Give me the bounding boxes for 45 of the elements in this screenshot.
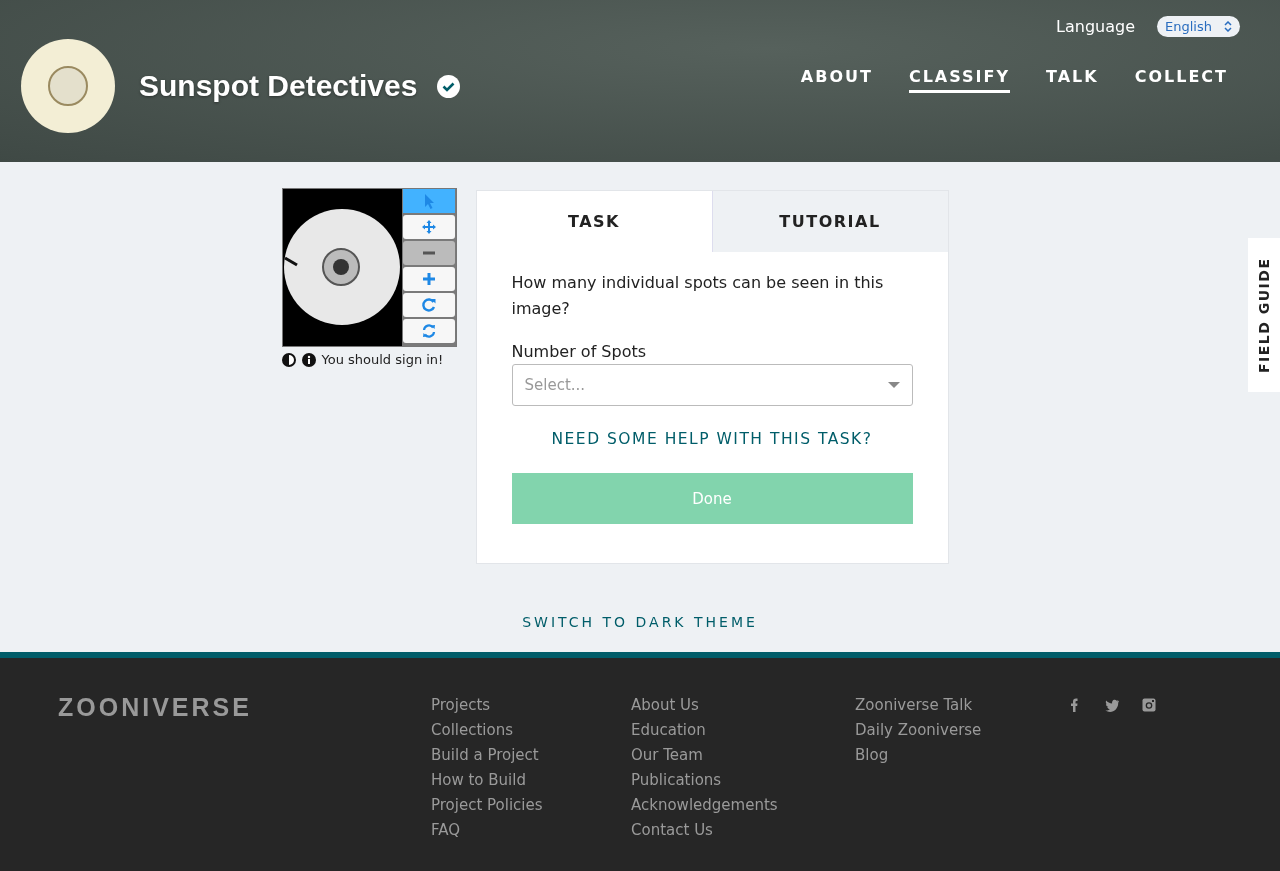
nav-link[interactable]: COLLECT [1134,67,1228,93]
footer-link[interactable]: Our Team [631,742,855,768]
footer-link[interactable]: How to Build [431,767,631,793]
theme-switch-link[interactable]: SWITCH TO DARK THEME [522,614,758,630]
plus-button[interactable] [402,267,455,291]
camera-icon[interactable] [1141,697,1157,713]
field-label: Number of Spots [511,342,648,361]
footer-link[interactable]: Acknowledgements [631,792,855,818]
rotate-icon [420,297,437,313]
rotate-button[interactable] [402,293,455,317]
caret-icon [887,382,900,388]
footer-link[interactable]: Contact Us [631,817,855,843]
footer-link[interactable]: Project Policies [431,792,631,818]
project-title[interactable]: Sunspot Detectives [139,69,418,103]
chevron-updown-icon [1224,21,1232,32]
footer-link[interactable]: Daily Zooniverse [855,717,1055,743]
zooniverse-logo[interactable]: ZOONIVERSE [58,693,431,722]
sign-in-message: You should sign in! [321,352,444,367]
refresh-icon [420,323,437,339]
contrast-icon[interactable] [281,352,296,367]
footer-link[interactable]: Blog [855,742,1055,768]
nav-link[interactable]: ABOUT [800,67,873,93]
move-arrows-button[interactable] [402,215,455,239]
help-link[interactable]: NEED SOME HELP WITH THIS TASK? [551,430,873,448]
footer-link[interactable]: About Us [631,693,855,718]
field-guide-tab[interactable]: FIELD GUIDE [1248,238,1280,392]
bird-icon[interactable] [1104,697,1120,713]
panel-tab[interactable]: TUTORIAL [711,191,948,252]
language-label: Language [1056,17,1136,36]
plus-icon [420,271,437,287]
footer-link[interactable]: Education [631,717,855,743]
footer-link[interactable]: Build a Project [431,742,631,768]
footer-link[interactable]: Zooniverse Talk [855,693,1055,718]
footer-link[interactable]: Projects [431,693,631,718]
task-question: How many individual spots can be seen in this image? [511,272,885,320]
move-arrows-icon [420,219,437,235]
footer-link[interactable]: FAQ [431,817,631,843]
nav-link[interactable]: TALK [1046,67,1099,93]
nav-link[interactable]: CLASSIFY [908,67,1010,93]
footer-link[interactable]: Collections [431,717,631,743]
spots-select[interactable]: Select... [511,364,913,406]
footer-link[interactable]: Publications [631,767,855,793]
refresh-button[interactable] [402,319,455,343]
language-select[interactable]: English [1157,16,1240,37]
info-icon[interactable] [301,352,316,367]
